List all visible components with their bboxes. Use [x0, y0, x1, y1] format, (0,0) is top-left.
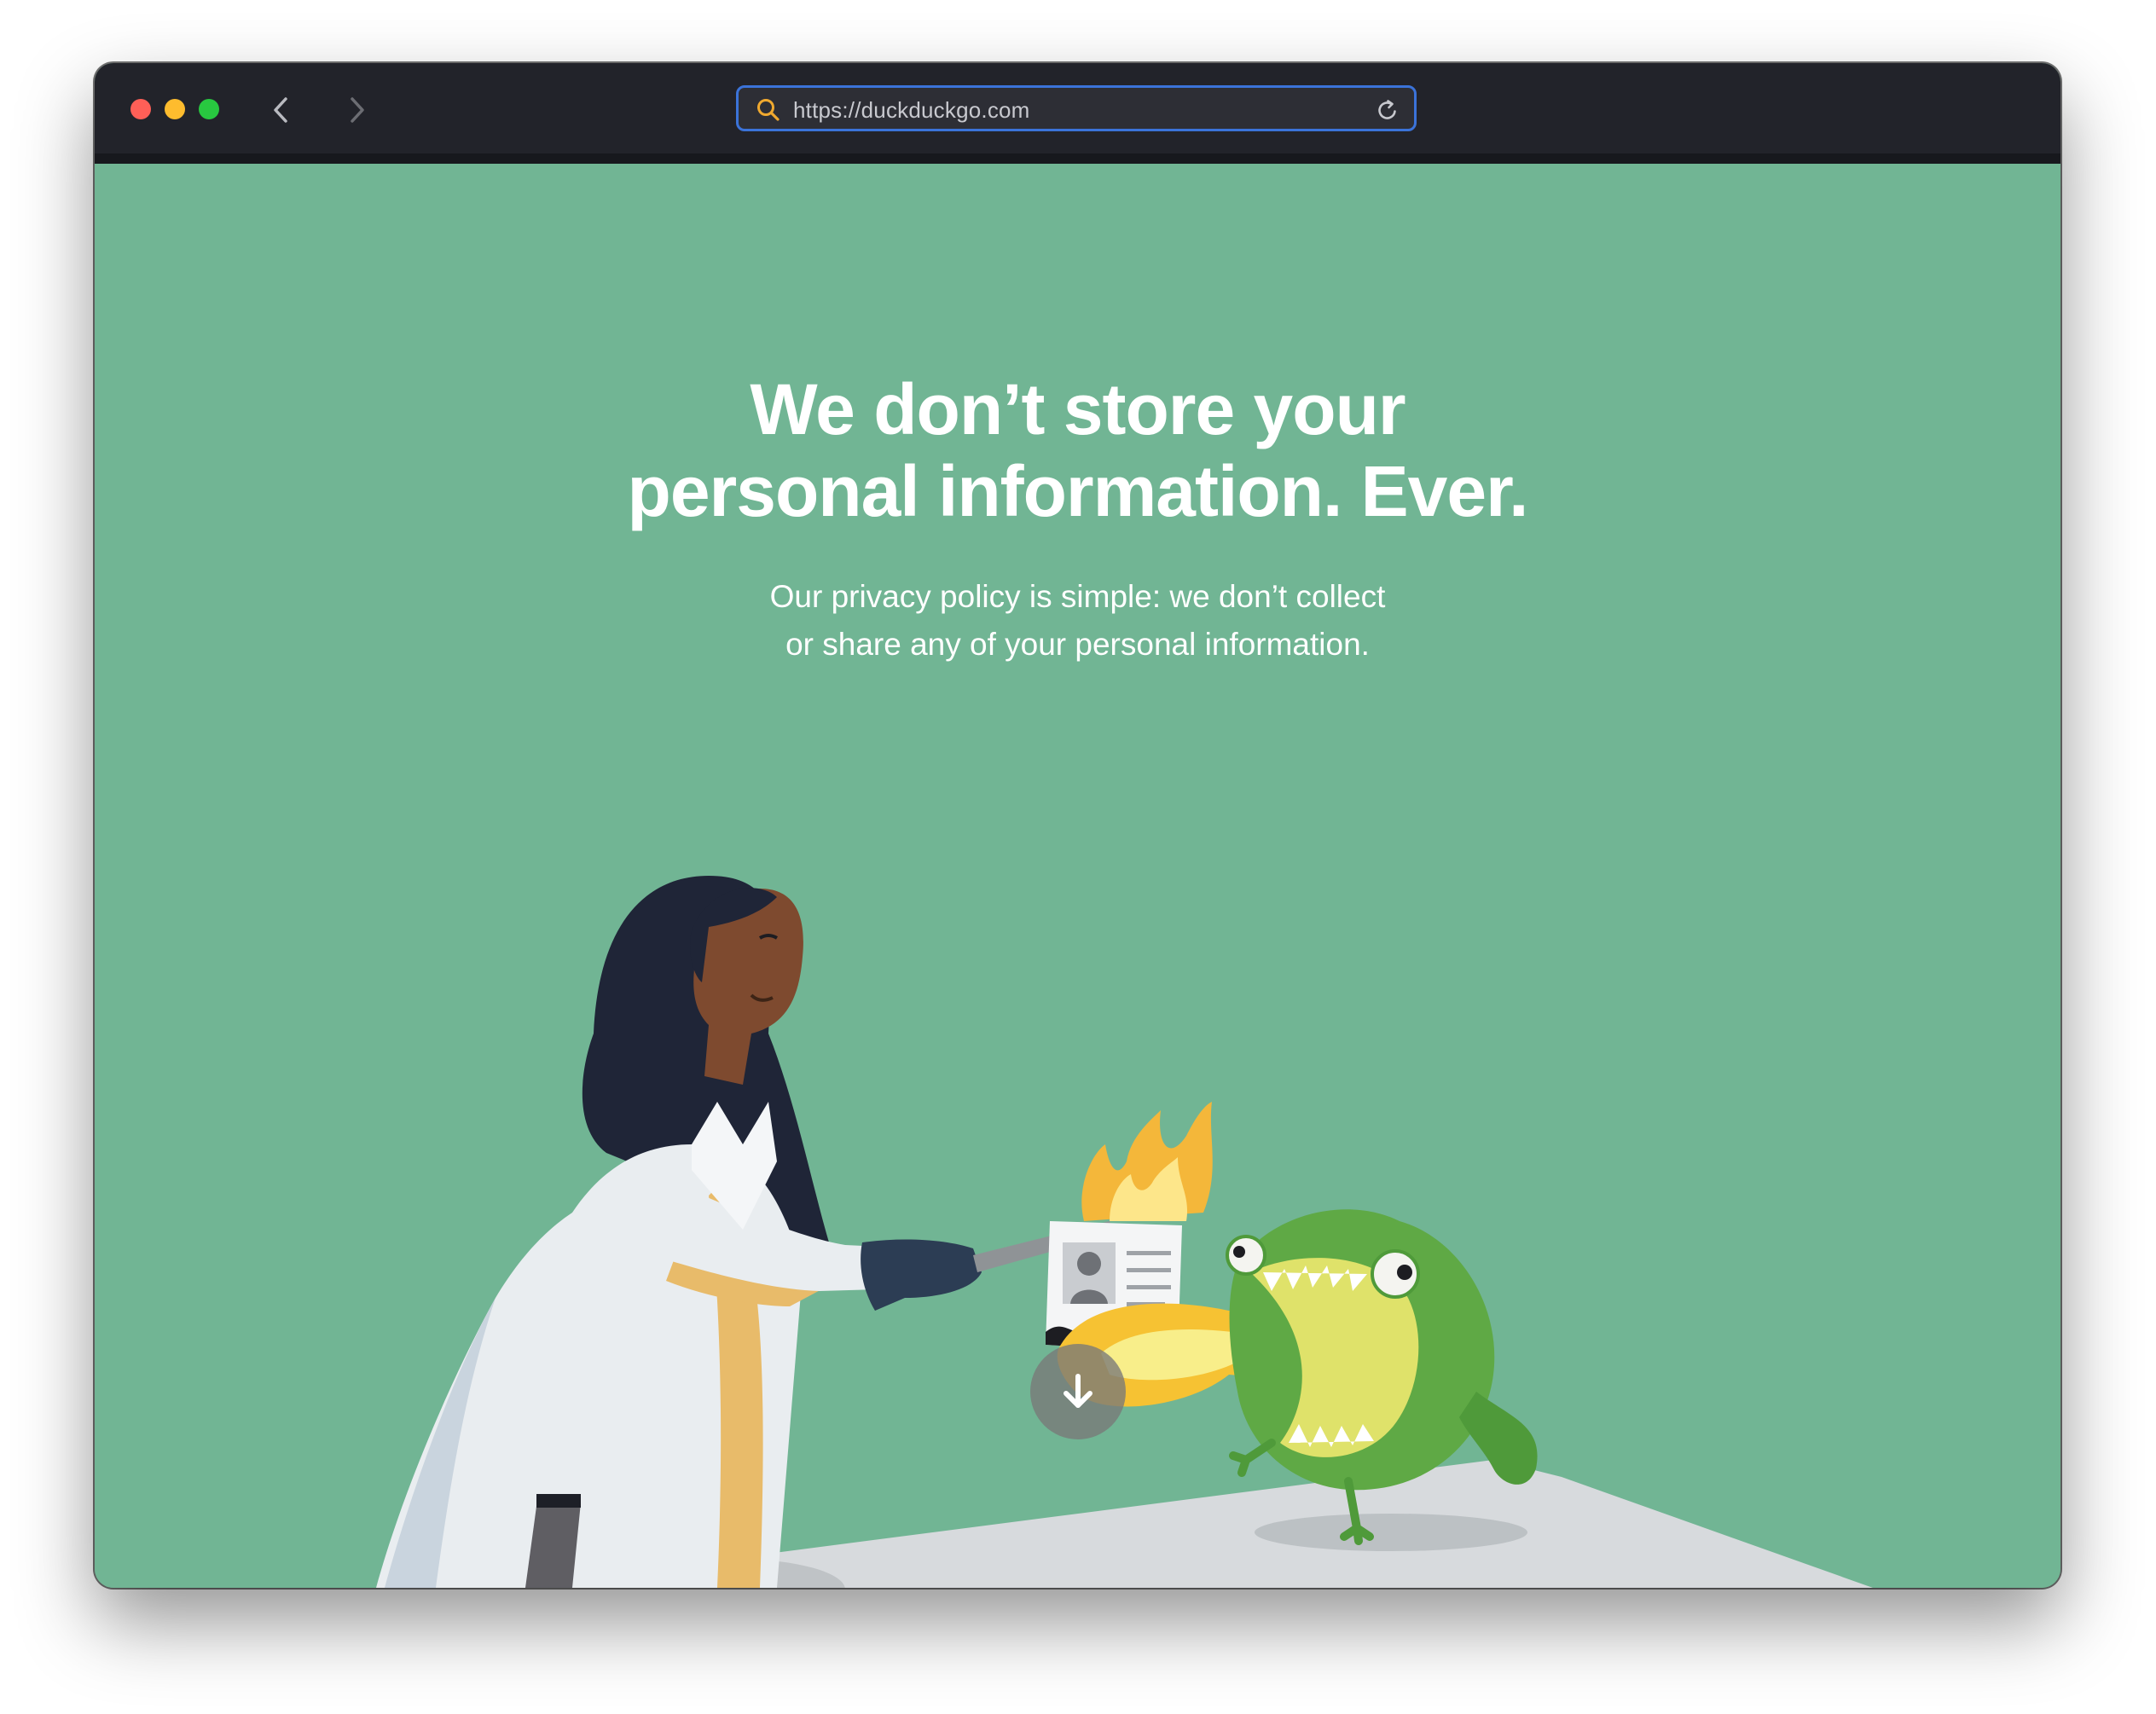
headline-line-1: We don’t store your: [750, 369, 1405, 449]
id-line: [1127, 1251, 1171, 1255]
arrow-down-icon: [1064, 1374, 1092, 1408]
monster-shadow: [1255, 1514, 1527, 1551]
page-subtext: Our privacy policy is simple: we don’t c…: [95, 573, 2060, 669]
back-button[interactable]: [259, 89, 302, 131]
monster-arm: [1229, 1439, 1276, 1477]
subtext-line-2: or share any of your personal informatio…: [785, 627, 1370, 662]
id-photo-head: [1077, 1252, 1101, 1276]
minimize-window-button[interactable]: [165, 99, 185, 119]
id-line: [1127, 1285, 1171, 1289]
scientist-glove: [861, 1239, 982, 1311]
id-line: [1127, 1268, 1171, 1272]
scientist-cuff: [536, 1494, 581, 1508]
browser-toolbar: https://duckduckgo.com: [95, 63, 2060, 153]
reload-icon[interactable]: [1375, 97, 1400, 123]
chevron-left-icon: [274, 97, 287, 123]
scroll-down-button[interactable]: [1030, 1344, 1126, 1439]
subtext-line-1: Our privacy policy is simple: we don’t c…: [769, 579, 1386, 614]
forward-button[interactable]: [336, 89, 379, 131]
close-window-button[interactable]: [130, 99, 151, 119]
monster-pupil-right: [1397, 1265, 1412, 1280]
monster-eye-left: [1226, 1235, 1266, 1276]
monster-pupil-left: [1233, 1246, 1245, 1258]
toolbar-divider: [95, 153, 2060, 164]
url-text: https://duckduckgo.com: [793, 97, 1030, 123]
zoom-window-button[interactable]: [199, 99, 219, 119]
search-icon: [757, 99, 780, 121]
browser-window: https://duckduckgo.com We don’t store yo…: [95, 63, 2060, 1588]
chevron-right-icon: [351, 97, 364, 123]
page-content: We don’t store your personal information…: [95, 164, 2060, 1588]
address-bar[interactable]: https://duckduckgo.com: [736, 85, 1417, 131]
page-headline: We don’t store your personal information…: [95, 368, 2060, 532]
headline-line-2: personal information. Ever.: [627, 451, 1529, 531]
